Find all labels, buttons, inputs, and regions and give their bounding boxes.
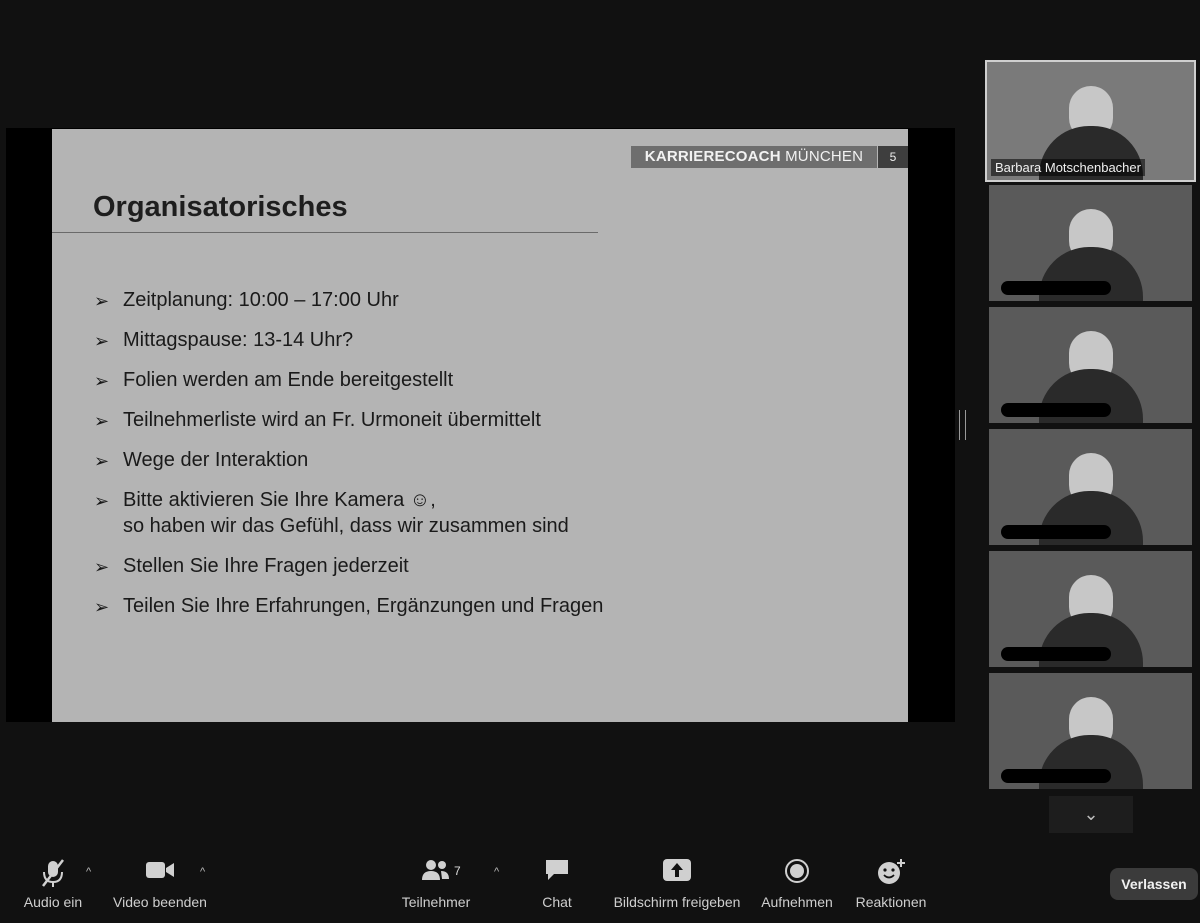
arrow-bullet-icon: ➢ — [94, 491, 110, 511]
bullet-item: ➢ Stellen Sie Ihre Fragen jederzeit — [94, 553, 603, 579]
video-options-caret[interactable]: ^ — [200, 866, 205, 878]
bullet-item: ➢ Bitte aktivieren Sie Ihre Kamera ☺, so h… — [94, 489, 569, 537]
audio-options-caret[interactable]: ^ — [86, 866, 91, 878]
presentation-slide: KARRIERECOACH MÜNCHEN 5 Organisatorische… — [52, 129, 908, 722]
title-rule — [52, 232, 598, 233]
bullet-item: ➢ Mittagspause: 13-14 Uhr? — [94, 327, 603, 353]
chevron-down-icon: ⌄ — [1083, 804, 1099, 824]
participants-icon — [398, 858, 474, 890]
bullet-list: ➢ Zeitplanung: 10:00 – 17:00 Uhr ➢ Mittags… — [94, 287, 603, 633]
participant-tile[interactable] — [989, 673, 1192, 789]
arrow-bullet-icon: ➢ — [94, 371, 110, 391]
bullet-item: ➢ Teilen Sie Ihre Erfahrungen, Ergänzunge… — [94, 593, 603, 619]
share-screen-icon — [610, 858, 744, 890]
participants-button[interactable]: Teilnehmer — [398, 858, 474, 910]
redacted-name — [1001, 525, 1111, 539]
participant-tile[interactable] — [989, 551, 1192, 667]
reactions-button[interactable]: Reaktionen — [851, 858, 931, 910]
arrow-bullet-icon: ➢ — [94, 557, 110, 577]
slide-title: Organisatorisches — [93, 191, 348, 223]
participant-tile-active-speaker[interactable]: Barbara Motschenbacher — [985, 60, 1196, 182]
video-camera-icon — [110, 858, 210, 890]
bullet-item: ➢ Folien werden am Ende bereitgestellt — [94, 367, 603, 393]
microphone-muted-icon — [22, 858, 84, 890]
bullet-item: ➢ Teilnehmerliste wird an Fr. Urmoneit üb… — [94, 407, 603, 433]
audio-button[interactable]: Audio ein — [22, 858, 84, 910]
slide-page-number: 5 — [878, 146, 908, 168]
redacted-name — [1001, 281, 1111, 295]
participant-tile[interactable] — [989, 307, 1192, 423]
redacted-name — [1001, 769, 1111, 783]
arrow-bullet-icon: ➢ — [94, 291, 110, 311]
participants-count: 7 — [454, 864, 461, 878]
redacted-name — [1001, 647, 1111, 661]
share-screen-button[interactable]: Bildschirm freigeben — [610, 858, 744, 910]
record-button[interactable]: Aufnehmen — [757, 858, 837, 910]
arrow-bullet-icon: ➢ — [94, 597, 110, 617]
arrow-bullet-icon: ➢ — [94, 411, 110, 431]
arrow-bullet-icon: ➢ — [94, 331, 110, 351]
scroll-participants-down-button[interactable]: ⌄ — [1049, 796, 1133, 833]
participant-name: Barbara Motschenbacher — [991, 159, 1145, 176]
split-resize-handle[interactable] — [959, 410, 966, 440]
bullet-item: ➢ Wege der Interaktion — [94, 447, 603, 473]
record-icon — [757, 858, 837, 890]
leave-meeting-button[interactable]: Verlassen — [1110, 868, 1198, 900]
participant-tile[interactable] — [989, 429, 1192, 545]
chat-button[interactable]: Chat — [532, 858, 582, 910]
bullet-item: ➢ Zeitplanung: 10:00 – 17:00 Uhr — [94, 287, 603, 313]
arrow-bullet-icon: ➢ — [94, 451, 110, 471]
chat-bubble-icon — [532, 858, 582, 890]
video-button[interactable]: Video beenden — [110, 858, 210, 910]
smiley-add-icon — [851, 858, 931, 890]
participants-options-caret[interactable]: ^ — [494, 866, 499, 878]
brand-logo: KARRIERECOACH MÜNCHEN — [631, 146, 877, 168]
participant-tile[interactable] — [989, 185, 1192, 301]
redacted-name — [1001, 403, 1111, 417]
